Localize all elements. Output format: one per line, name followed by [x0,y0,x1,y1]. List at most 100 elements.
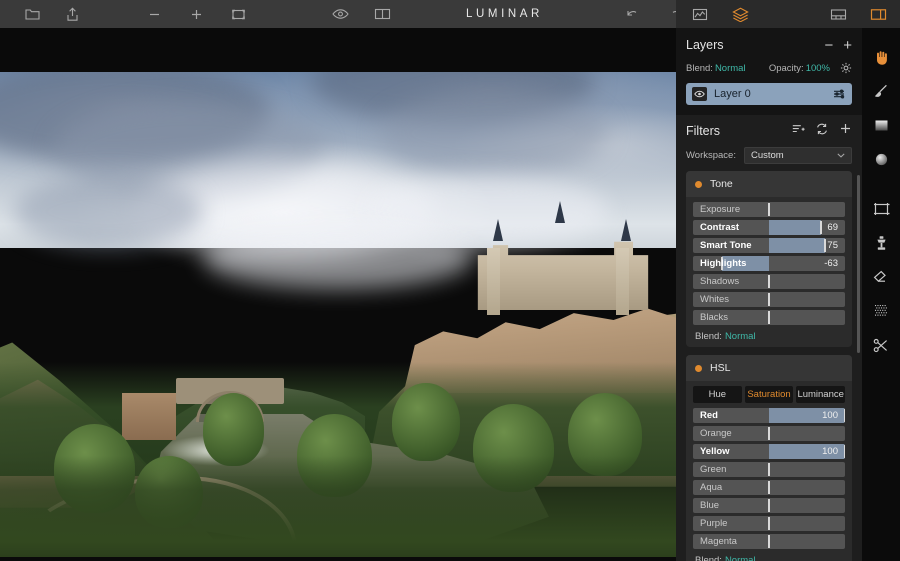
old-mill-building [121,393,176,440]
workspace-value: Custom [750,150,784,161]
slider-label: Whites [700,294,730,305]
workspace-row: Workspace: Custom [676,145,862,171]
hsl-tab-saturation[interactable]: Saturation [744,386,794,403]
filter-group-header[interactable]: Tone [686,171,852,197]
slider-label: Blue [700,500,720,511]
slider-green[interactable]: Green [693,462,845,477]
clone-stamp-tool-icon[interactable] [862,226,900,260]
layer-visibility-eye-icon[interactable] [692,87,707,101]
filters-scroll-area[interactable]: Tone Exposure Contrast 69 Smart Tone 75 Highli… [676,171,862,561]
toolbar-view-group [330,4,392,24]
opacity-value[interactable]: 100% [806,63,830,74]
filter-blend-value[interactable]: Normal [725,555,756,561]
slider-handle[interactable] [768,293,770,306]
slider-exposure[interactable]: Exposure [693,202,845,217]
filters-scrollbar[interactable] [857,175,860,353]
slider-magenta[interactable]: Magenta [693,534,845,549]
filmstrip-icon[interactable] [828,4,848,24]
slider-handle[interactable] [768,311,770,324]
add-filter-list-icon[interactable] [792,122,805,140]
toolbar-file-group [0,4,82,24]
slider-handle[interactable] [844,409,845,422]
zoom-out-icon[interactable] [144,4,164,24]
slider-label: Contrast [700,222,740,233]
app-title: LUMINAR [466,8,543,20]
gear-icon[interactable] [840,62,852,74]
slider-value: 100 [822,410,838,421]
hand-tool-icon[interactable] [862,40,900,74]
sync-filters-icon[interactable] [816,122,828,140]
open-folder-icon[interactable] [22,4,42,24]
slider-aqua[interactable]: Aqua [693,480,845,495]
workspace-select[interactable]: Custom [743,147,852,164]
slider-whites[interactable]: Whites [693,292,845,307]
slider-label: Magenta [700,536,737,547]
slider-blue[interactable]: Blue [693,498,845,513]
slider-handle[interactable] [768,275,770,288]
filter-group-header[interactable]: HSL [686,355,852,381]
add-layer-button[interactable]: + [843,38,852,53]
eraser-tool-icon[interactable] [862,260,900,294]
slider-highlights[interactable]: Highlights -63 [693,256,845,271]
photo-preview[interactable] [0,50,676,561]
blend-label: Blend: [686,62,713,74]
slider-handle[interactable] [768,499,770,512]
hsl-tab-hue[interactable]: Hue [693,386,742,403]
slider-handle[interactable] [768,427,770,440]
slider-shadows[interactable]: Shadows [693,274,845,289]
zoom-in-icon[interactable] [186,4,206,24]
crop-tool-icon[interactable] [862,192,900,226]
histogram-icon[interactable] [690,4,710,24]
right-side-panel: Layers − + Blend: Normal Opacity: 100% L… [676,28,862,561]
slider-handle[interactable] [819,221,822,234]
filter-blend-row: Blend: Normal [693,552,845,561]
slider-smart-tone[interactable]: Smart Tone 75 [693,238,845,253]
slider-yellow[interactable]: Yellow 100 [693,444,845,459]
share-export-icon[interactable] [62,4,82,24]
slider-label: Aqua [700,482,723,493]
side-panel-icon[interactable] [868,4,888,24]
filter-enabled-dot-icon[interactable] [695,364,702,372]
slider-orange[interactable]: Orange [693,426,845,441]
top-toolbar: LUMINAR [0,0,900,28]
slider-handle[interactable] [768,463,770,476]
gradient-mask-tool-icon[interactable] [862,108,900,142]
spire [492,219,503,241]
layers-icon[interactable] [730,4,750,24]
image-canvas[interactable] [0,28,676,561]
slider-handle[interactable] [768,481,770,494]
slider-label: Smart Tone [700,240,752,251]
layer-item-layer-0[interactable]: Layer 0 [686,83,852,105]
slider-handle[interactable] [824,239,827,252]
slider-contrast[interactable]: Contrast 69 [693,220,845,235]
filter-enabled-dot-icon[interactable] [695,180,702,188]
toolbar-zoom-group [144,4,248,24]
before-after-icon[interactable] [372,4,392,24]
layer-adjustments-icon[interactable] [833,89,846,99]
hsl-tab-luminance[interactable]: Luminance [796,386,846,403]
add-filter-button[interactable] [839,122,852,140]
brush-tool-icon[interactable] [862,74,900,108]
slider-handle[interactable] [768,517,770,530]
undo-icon[interactable] [623,4,643,24]
erase-tool-icon[interactable] [862,328,900,362]
slider-handle[interactable] [844,445,845,458]
filter-group-body: Exposure Contrast 69 Smart Tone 75 Highlights… [686,197,852,347]
radial-mask-tool-icon[interactable] [862,142,900,176]
remove-layer-button[interactable]: − [824,38,833,53]
slider-handle[interactable] [768,535,770,548]
slider-value: 69 [827,222,838,233]
filter-groups-host: Tone Exposure Contrast 69 Smart Tone 75 Highli… [686,171,852,561]
fit-to-screen-icon[interactable] [228,4,248,24]
slider-red[interactable]: Red 100 [693,408,845,423]
slider-label: Red [700,410,718,421]
denoise-tool-icon[interactable] [862,294,900,328]
preview-eye-icon[interactable] [330,4,350,24]
slider-purple[interactable]: Purple [693,516,845,531]
slider-value: 100 [822,446,838,457]
filter-blend-value[interactable]: Normal [725,331,756,342]
slider-handle[interactable] [768,203,770,216]
slider-blacks[interactable]: Blacks [693,310,845,325]
blend-value[interactable]: Normal [715,63,746,74]
filter-blend-row: Blend: Normal [693,328,845,344]
